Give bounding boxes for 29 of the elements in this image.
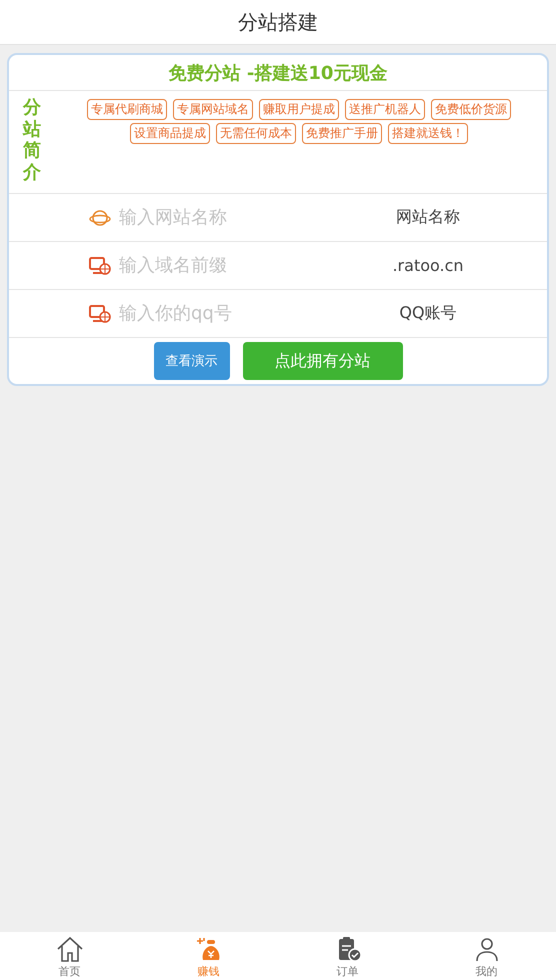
feature-tag: 赚取用户提成 (259, 99, 339, 120)
feature-tag: 免费低价货源 (431, 99, 511, 120)
input-field[interactable]: 输入域名前缀 (119, 255, 269, 276)
create-site-button[interactable]: 点此拥有分站 (242, 342, 402, 380)
feature-tag: 无需任何成本 (216, 123, 296, 144)
input-field[interactable]: 输入网站名称 (119, 207, 269, 228)
feature-tag: 搭建就送钱！ (388, 123, 468, 144)
tab-item[interactable]: 订单 (278, 932, 417, 979)
home-icon (56, 936, 84, 962)
intro-label: 分站简介 (23, 97, 41, 185)
tab-item[interactable]: 赚钱 (139, 932, 278, 979)
feature-tag: 专属网站域名 (173, 99, 253, 120)
promo-title: 免费分站 -搭建送10元现金 (9, 55, 547, 91)
field-suffix: .ratoo.cn (391, 256, 465, 275)
planet-icon (89, 208, 111, 228)
field-suffix: 网站名称 (395, 207, 461, 228)
monitor-globe-icon (89, 256, 111, 276)
page-title: 分站搭建 (238, 8, 318, 36)
feature-tag: 设置商品提成 (130, 123, 210, 144)
feature-tag: 专属代刷商城 (87, 99, 167, 120)
money-bag-icon (194, 936, 222, 962)
demo-button[interactable]: 查看演示 (154, 342, 230, 380)
tab-item[interactable]: 我的 (417, 932, 556, 979)
tab-item[interactable]: 首页 (0, 932, 139, 979)
feature-tag: 送推广机器人 (345, 99, 425, 120)
input-field[interactable]: 输入你的qq号 (119, 303, 269, 324)
feature-tag: 免费推广手册 (302, 123, 382, 144)
field-suffix: QQ账号 (398, 303, 458, 324)
monitor-globe-icon (89, 304, 111, 324)
